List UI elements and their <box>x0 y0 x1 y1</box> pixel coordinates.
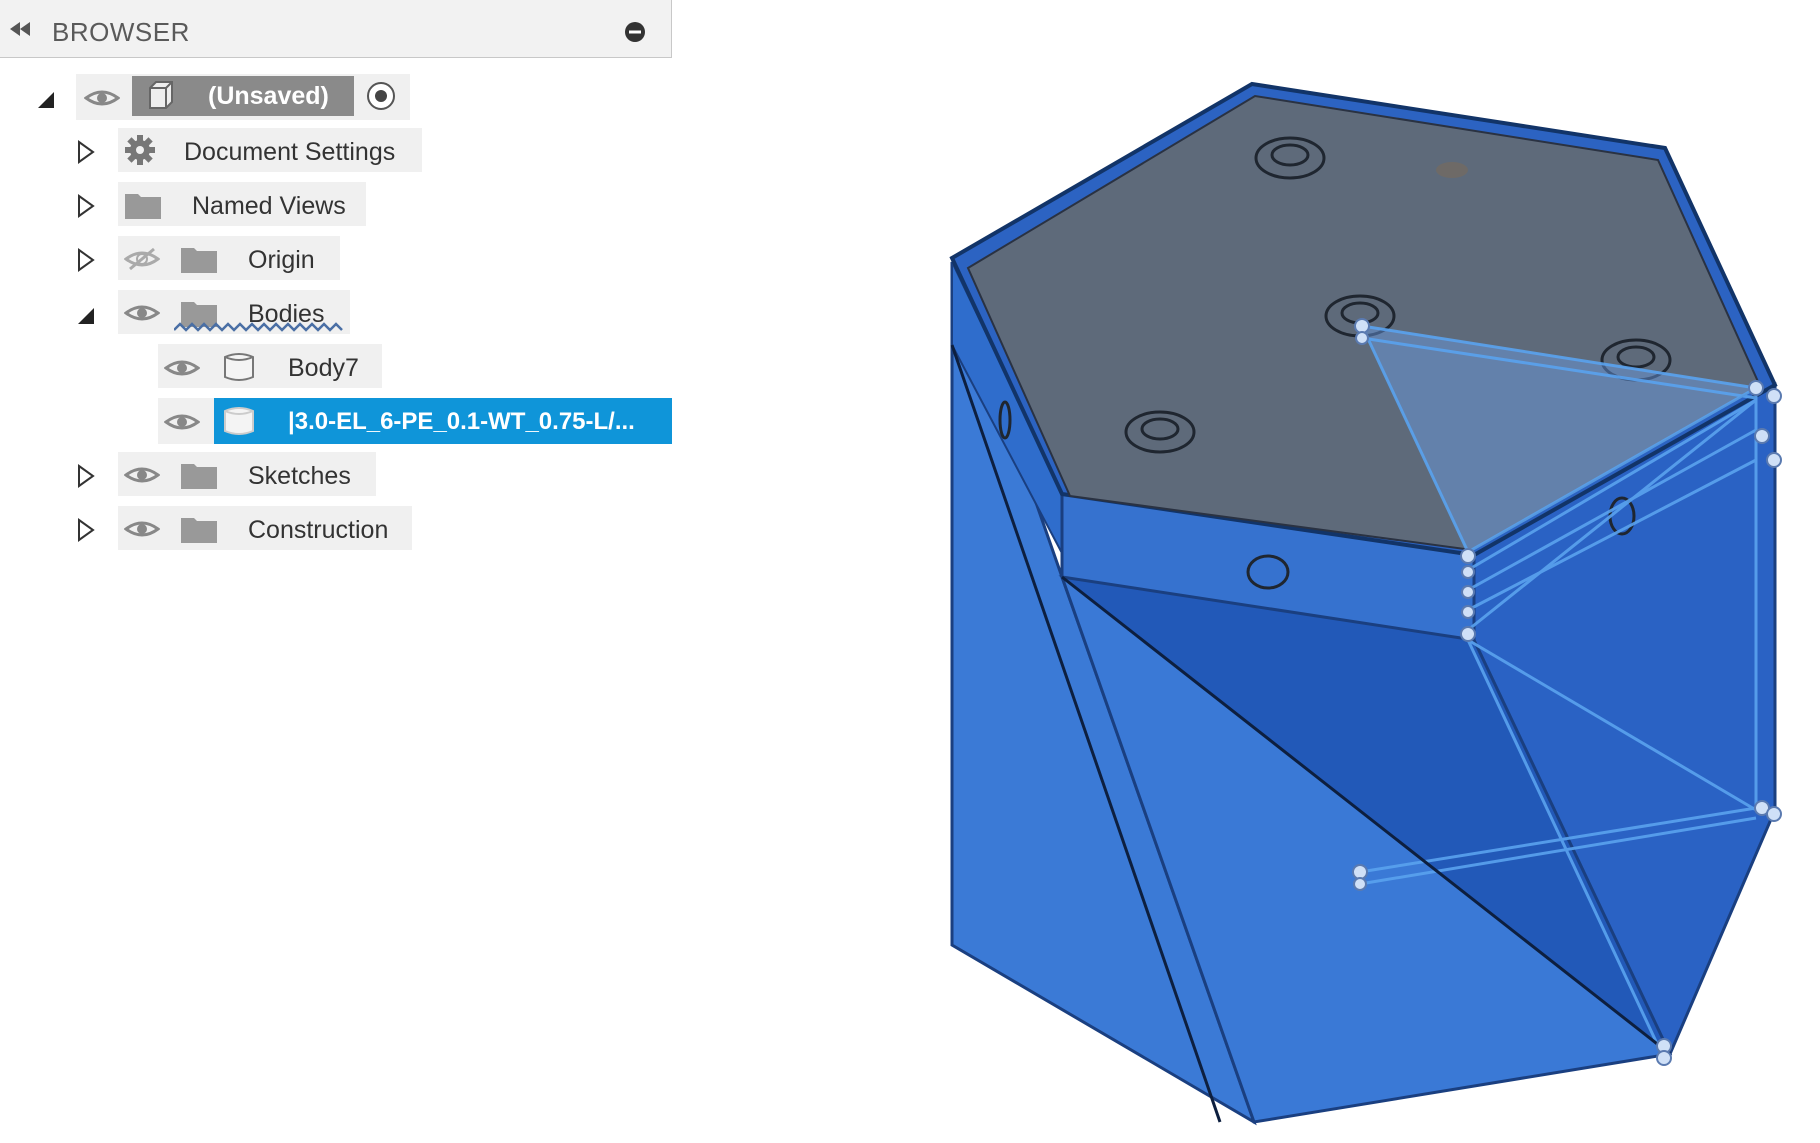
3d-viewport[interactable] <box>0 0 1820 1143</box>
surface-mark <box>1436 162 1468 178</box>
